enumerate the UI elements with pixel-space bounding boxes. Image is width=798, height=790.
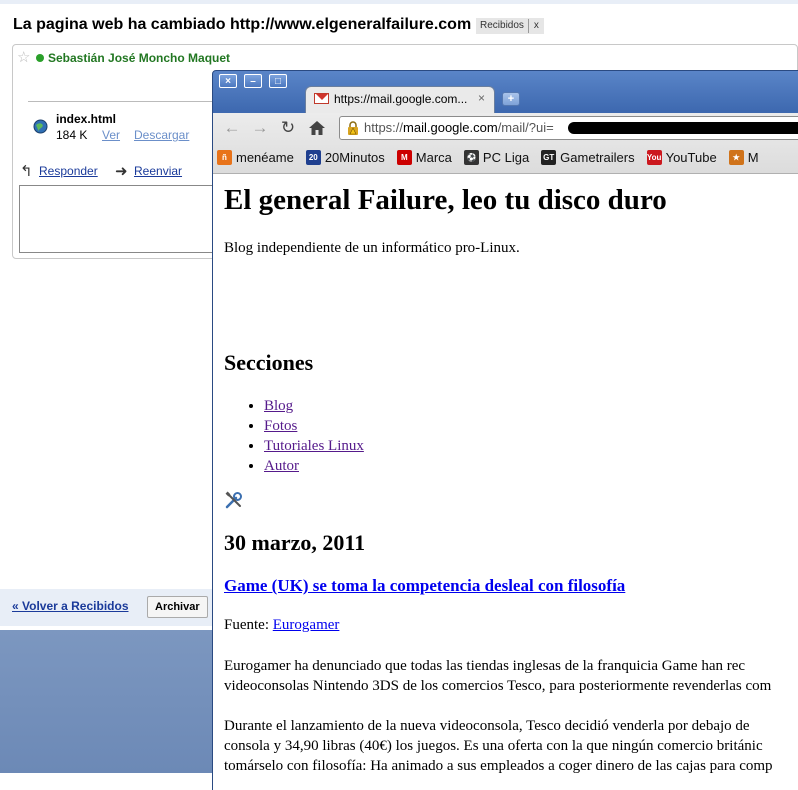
- browser-toolbar: ← → ↻ https://mail.google.com/mail/?ui= …: [213, 113, 798, 174]
- post-source: Fuente: Eurogamer: [224, 617, 339, 634]
- sections-list: Blog Fotos Tutoriales Linux Autor: [245, 396, 364, 476]
- bookmark-item[interactable]: 20 20Minutos: [305, 146, 385, 168]
- source-label: Fuente:: [224, 617, 273, 633]
- soccer-ball-icon: ⚽: [463, 149, 479, 165]
- paragraph-line: tomárselo con filosofía: Ha animado a su…: [224, 758, 773, 774]
- bookmark-label: PC Liga: [482, 149, 530, 165]
- archive-button[interactable]: Archivar: [147, 596, 208, 618]
- blog-tagline: Blog independiente de un informático pro…: [224, 240, 520, 256]
- attachment-size: 184 K: [56, 128, 88, 142]
- bookmark-item[interactable]: You YouTube: [646, 146, 717, 168]
- url-domain: mail.google.com: [403, 120, 498, 135]
- new-tab-button[interactable]: +: [502, 92, 520, 106]
- remove-label-button[interactable]: x: [529, 19, 544, 33]
- youtube-icon: You: [646, 149, 662, 165]
- list-item: Fotos: [264, 416, 364, 436]
- tab-close-icon[interactable]: ×: [478, 91, 485, 105]
- bookmark-label: menéame: [236, 149, 294, 165]
- address-bar[interactable]: https://mail.google.com/mail/?ui=: [339, 116, 798, 140]
- tab-title: https://mail.google.com...: [334, 92, 468, 106]
- view-attachment-link[interactable]: Ver: [102, 128, 120, 142]
- window-close-button[interactable]: ×: [219, 74, 237, 88]
- gmail-top-band: [0, 0, 798, 4]
- security-warning-icon[interactable]: [346, 121, 360, 135]
- download-attachment-link[interactable]: Descargar: [134, 128, 189, 142]
- bookmark-item[interactable]: M Marca: [396, 146, 452, 168]
- post-title-link[interactable]: Game (UK) se toma la competencia desleal…: [224, 576, 625, 596]
- chrome-window: × – □ https://mail.google.com... × + ← →…: [212, 70, 798, 790]
- paragraph-line: Durante el lanzamiento de la nueva video…: [224, 718, 750, 734]
- bookmark-icon: ★: [728, 149, 744, 165]
- bookmark-item[interactable]: ★ M: [728, 146, 759, 168]
- paragraph-line: consola y 34,90 libras (40€) los juegos.…: [224, 738, 763, 754]
- back-arrow-icon[interactable]: ←: [222, 118, 242, 138]
- bookmark-item[interactable]: ñ menéame: [217, 146, 294, 168]
- section-link-fotos[interactable]: Fotos: [264, 418, 297, 434]
- source-link[interactable]: Eurogamer: [273, 617, 340, 633]
- window-minimize-button[interactable]: –: [244, 74, 262, 88]
- email-subject: La pagina web ha cambiado http://www.elg…: [13, 16, 472, 33]
- reload-icon[interactable]: ↻: [278, 118, 298, 138]
- post-paragraph-2: Durante el lanzamiento de la nueva video…: [224, 716, 798, 776]
- list-item: Tutoriales Linux: [264, 436, 364, 456]
- window-maximize-button[interactable]: □: [269, 74, 287, 88]
- tools-icon: [225, 491, 242, 509]
- browser-tab-gmail[interactable]: https://mail.google.com... ×: [305, 86, 495, 113]
- html-file-icon: [33, 119, 48, 134]
- bookmark-label: Marca: [415, 149, 452, 165]
- sender-name[interactable]: Sebastián José Moncho Maquet: [48, 51, 230, 65]
- paragraph-line: Eurogamer ha denunciado que todas las ti…: [224, 658, 746, 674]
- bookmarks-bar: ñ menéame 20 20Minutos M Marca ⚽ PC Liga GT Gamet…: [217, 146, 771, 168]
- list-item: Autor: [264, 456, 364, 476]
- 20minutos-icon: 20: [305, 149, 321, 165]
- reply-icon[interactable]: ↰: [20, 162, 33, 180]
- inbox-label-chip[interactable]: Recibidos x: [476, 18, 544, 34]
- home-icon[interactable]: [309, 121, 325, 135]
- reply-link[interactable]: Responder: [39, 164, 98, 178]
- post-date: 30 marzo, 2011: [224, 530, 366, 555]
- forward-arrow-icon[interactable]: →: [250, 118, 270, 138]
- star-icon[interactable]: ☆: [17, 48, 30, 66]
- gametrailers-icon: GT: [541, 149, 557, 165]
- section-link-tutoriales[interactable]: Tutoriales Linux: [264, 438, 364, 454]
- meneame-icon: ñ: [217, 149, 232, 165]
- message-divider: [28, 101, 218, 102]
- forward-icon[interactable]: ➜: [115, 162, 128, 180]
- paragraph-line: videoconsolas Nintendo 3DS de los comerc…: [224, 678, 772, 694]
- url-scheme: https://: [364, 120, 404, 135]
- online-status-icon: [36, 54, 44, 62]
- url-path: /mail/?ui=: [497, 120, 554, 135]
- bookmark-label: M: [747, 149, 759, 165]
- bookmark-label: Gametrailers: [560, 149, 635, 165]
- forward-link[interactable]: Reenviar: [134, 164, 182, 178]
- bookmark-label: 20Minutos: [324, 149, 385, 165]
- bookmark-item[interactable]: ⚽ PC Liga: [463, 146, 530, 168]
- web-page-content: El general Failure, leo tu disco duro Bl…: [213, 174, 798, 790]
- list-item: Blog: [264, 396, 364, 416]
- gmail-icon: [314, 93, 329, 104]
- section-link-autor[interactable]: Autor: [264, 458, 299, 474]
- section-link-blog[interactable]: Blog: [264, 398, 293, 414]
- marca-icon: M: [396, 149, 412, 165]
- post-paragraph-1: Eurogamer ha denunciado que todas las ti…: [224, 656, 798, 696]
- quick-reply-box[interactable]: [19, 185, 221, 253]
- redacted-url-block: [568, 122, 798, 134]
- bookmark-label: YouTube: [665, 149, 717, 165]
- attachment-filename: index.html: [56, 112, 117, 126]
- sections-heading: Secciones: [224, 350, 314, 375]
- url-text: https://mail.google.com/mail/?ui=: [364, 120, 554, 135]
- inbox-label-text: Recibidos: [476, 19, 529, 33]
- back-to-inbox-link[interactable]: « Volver a Recibidos: [12, 599, 129, 613]
- bookmark-item[interactable]: GT Gametrailers: [541, 146, 635, 168]
- blog-title: El general Failure, leo tu disco duro: [224, 184, 667, 216]
